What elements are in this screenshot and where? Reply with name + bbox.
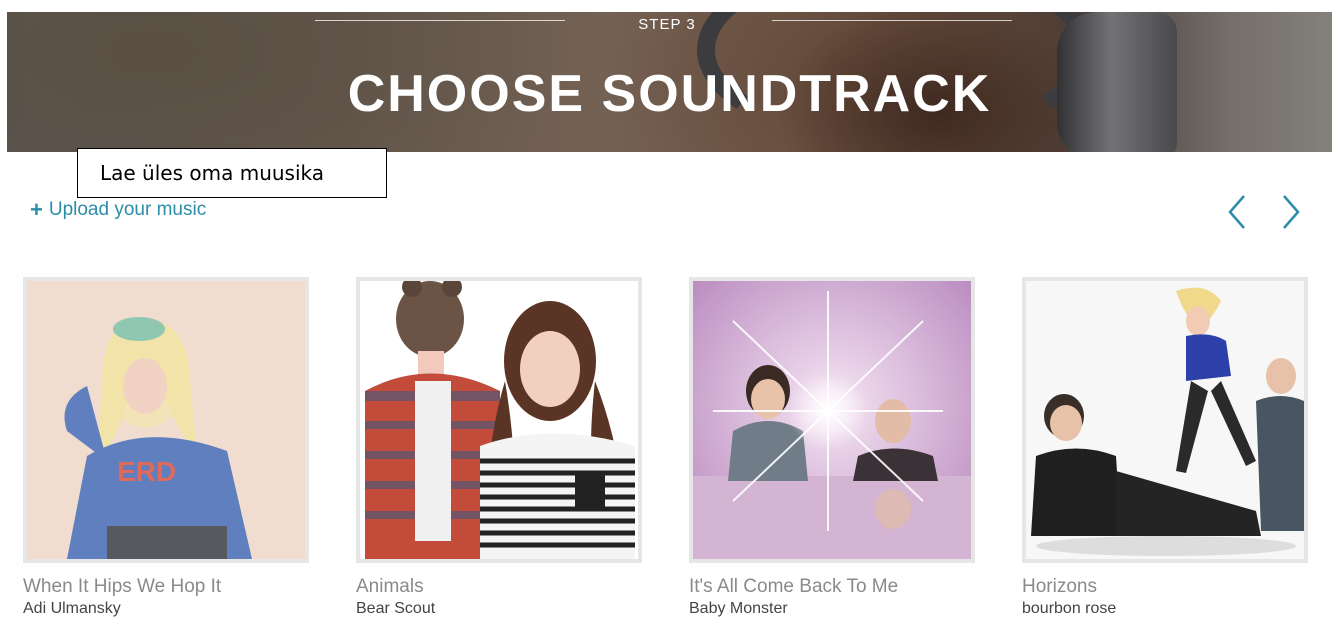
hero-banner: STEP 3 CHOOSE SOUNDTRACK bbox=[7, 12, 1332, 152]
track-title: When It Hips We Hop It bbox=[23, 576, 222, 597]
upload-music-label: Upload your music bbox=[48, 199, 207, 220]
track-card[interactable]: Horizons bourbon rose bbox=[1022, 277, 1308, 618]
track-card[interactable]: It's All Come Back To Me Baby Monster bbox=[689, 277, 975, 618]
upload-callout: Lae üles oma muusika bbox=[77, 148, 387, 198]
soundtrack-list: ERD When It Hips We Hop It Adi Ulmansky bbox=[23, 277, 1308, 618]
step-label: STEP 3 bbox=[638, 16, 696, 33]
track-card[interactable]: ERD When It Hips We Hop It Adi Ulmansky bbox=[23, 277, 309, 618]
track-title: Animals bbox=[356, 576, 424, 597]
track-card[interactable]: Animals Bear Scout bbox=[356, 277, 642, 618]
hero-rule-left bbox=[315, 20, 565, 21]
track-title: Horizons bbox=[1022, 576, 1097, 597]
previous-button[interactable] bbox=[1218, 192, 1258, 232]
album-art[interactable] bbox=[1022, 277, 1308, 563]
page-title: CHOOSE SOUNDTRACK bbox=[347, 65, 992, 123]
track-artist: bourbon rose bbox=[1022, 600, 1117, 617]
plus-icon: + bbox=[30, 197, 43, 222]
track-artist: Bear Scout bbox=[356, 600, 436, 617]
album-art[interactable]: ERD bbox=[23, 277, 309, 563]
next-button[interactable] bbox=[1272, 192, 1312, 232]
chevron-left-icon bbox=[1228, 195, 1245, 229]
svg-text:ERD: ERD bbox=[117, 456, 176, 487]
track-artist: Adi Ulmansky bbox=[23, 600, 121, 617]
track-title: It's All Come Back To Me bbox=[689, 576, 899, 597]
chevron-right-icon bbox=[1283, 195, 1300, 229]
album-art[interactable] bbox=[356, 277, 642, 563]
upload-music-link[interactable]: + Upload your music bbox=[30, 199, 206, 221]
album-art[interactable] bbox=[689, 277, 975, 563]
track-artist: Baby Monster bbox=[689, 600, 788, 617]
hero-rule-right bbox=[772, 20, 1012, 21]
